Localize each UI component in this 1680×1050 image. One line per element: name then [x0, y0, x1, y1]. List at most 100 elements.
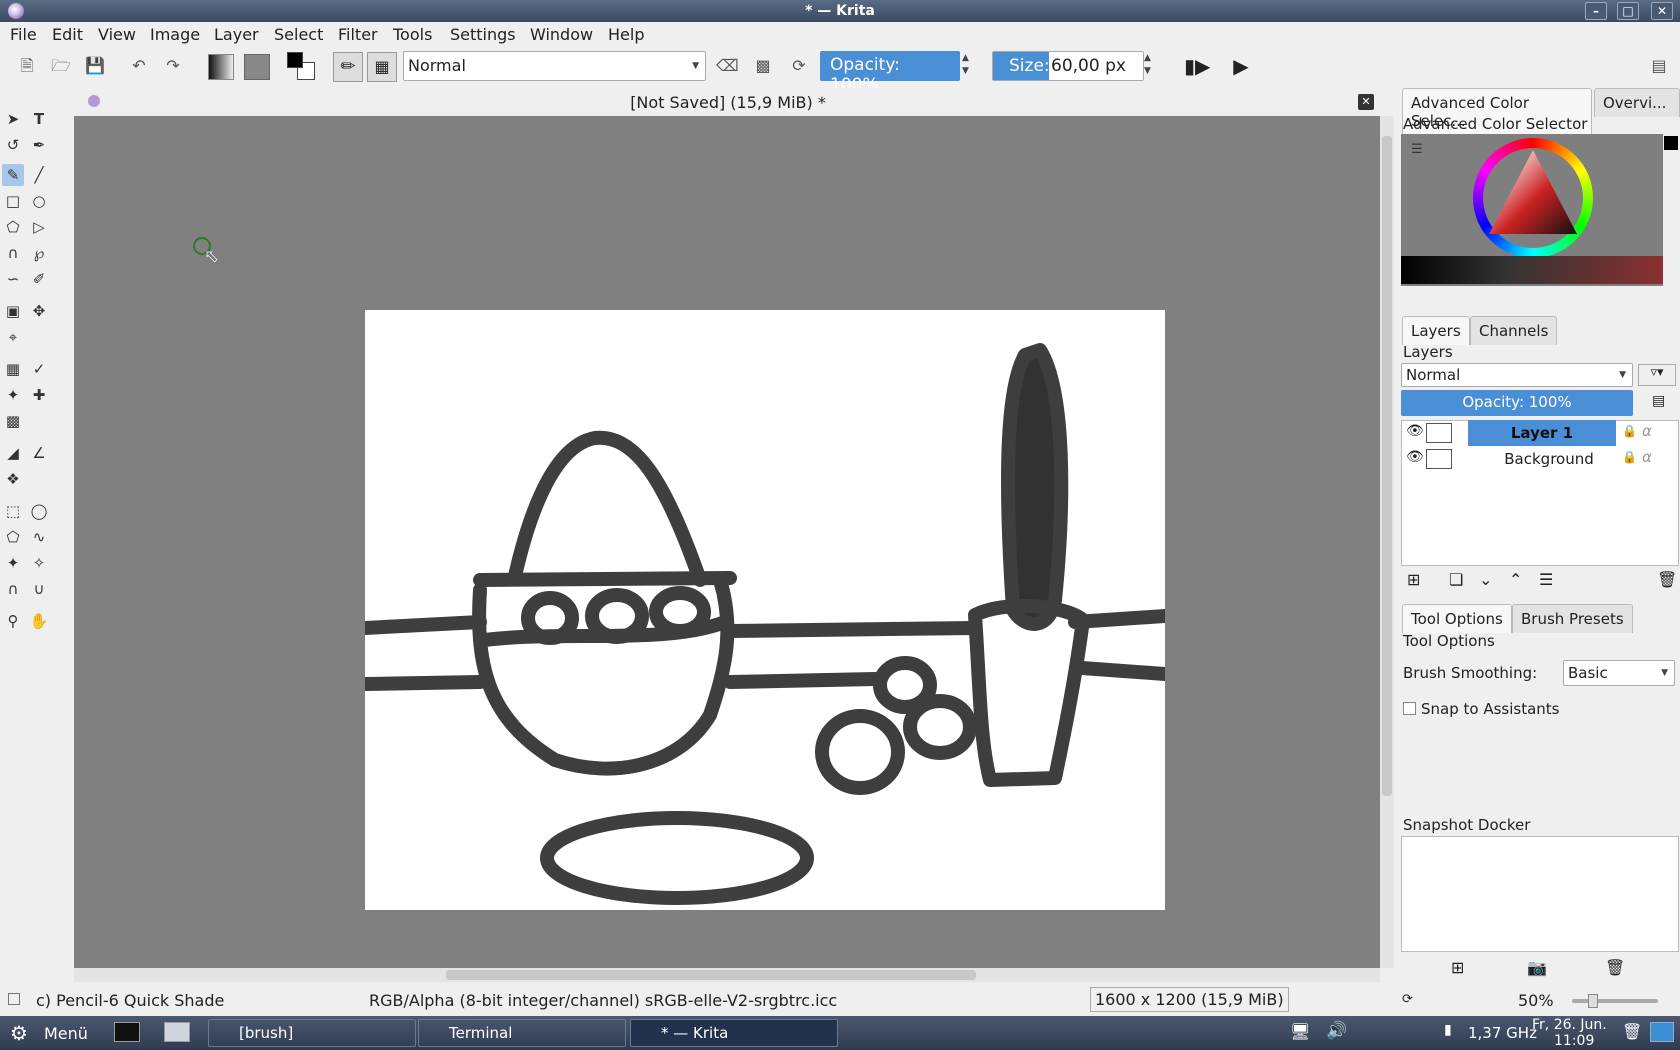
- open-folder-icon[interactable]: 🗁: [50, 55, 72, 77]
- size-slider[interactable]: Size: 60,00 px: [992, 51, 1144, 81]
- assistant-tool-icon[interactable]: ◢: [2, 442, 24, 464]
- visibility-eye-icon[interactable]: 👁: [1406, 423, 1424, 439]
- delete-layer-icon[interactable]: 🗑: [1657, 570, 1677, 589]
- reload-preset-icon[interactable]: ⟳: [788, 55, 810, 77]
- tab-layers[interactable]: Layers: [1402, 316, 1470, 345]
- shade-strips[interactable]: [1401, 256, 1663, 284]
- add-snapshot-icon[interactable]: ⊞: [1451, 958, 1464, 977]
- zoom-slider[interactable]: [1572, 999, 1658, 1003]
- freehand-brush-tool-icon[interactable]: ✎: [2, 164, 24, 186]
- transform-tool-icon[interactable]: ▣: [2, 300, 24, 322]
- minimize-button[interactable]: –: [1585, 2, 1607, 20]
- pattern-selector[interactable]: [244, 54, 270, 80]
- layer-blend-mode-select[interactable]: Normal ▼: [1401, 363, 1633, 387]
- polygon-tool-icon[interactable]: ⬠: [2, 216, 24, 238]
- colorize-mask-tool-icon[interactable]: ✦: [2, 384, 24, 406]
- new-document-icon[interactable]: 🗎: [16, 55, 38, 77]
- horizontal-scrollbar[interactable]: [74, 968, 1380, 982]
- task-terminal[interactable]: Terminal: [418, 1019, 626, 1047]
- menu-view[interactable]: View: [98, 25, 136, 44]
- polygon-select-tool-icon[interactable]: ⬠: [2, 526, 24, 548]
- opacity-slider[interactable]: Opacity: 100%: [820, 51, 960, 95]
- ellipse-tool-icon[interactable]: ○: [28, 190, 50, 212]
- maximize-button[interactable]: □: [1617, 2, 1639, 20]
- settings-icon[interactable]: ☰: [1411, 142, 1423, 157]
- gradient-tool-icon[interactable]: ▦: [2, 358, 24, 380]
- measure-tool-icon[interactable]: ∠: [28, 442, 50, 464]
- undo-icon[interactable]: ↶: [128, 55, 150, 77]
- alpha-lock-icon[interactable]: α: [1642, 448, 1652, 466]
- vertical-scroll-thumb[interactable]: [1382, 136, 1392, 796]
- save-icon[interactable]: 💾: [84, 55, 106, 77]
- menu-filter[interactable]: Filter: [338, 25, 378, 44]
- bezier-tool-icon[interactable]: ∩: [2, 242, 24, 264]
- ellipse-select-tool-icon[interactable]: ◯: [28, 500, 50, 522]
- menu-tools[interactable]: Tools: [393, 25, 432, 44]
- menu-settings[interactable]: Settings: [450, 25, 516, 44]
- layer-row-layer-1[interactable]: 👁 Layer 1 🔒 α: [1400, 420, 1680, 446]
- delete-snapshot-icon[interactable]: 🗑: [1605, 958, 1625, 977]
- volume-icon[interactable]: 🔊: [1326, 1021, 1347, 1041]
- menu-select[interactable]: Select: [274, 25, 323, 44]
- mirror-vertical-icon[interactable]: ▶: [1230, 55, 1252, 77]
- eraser-mode-icon[interactable]: ⌫: [716, 55, 739, 77]
- close-document-icon[interactable]: ✕: [1358, 94, 1374, 110]
- tab-overview[interactable]: Overvi...: [1594, 88, 1680, 117]
- brush-preset-icon[interactable]: ✏: [333, 52, 363, 82]
- move-layer-down-icon[interactable]: ⌄: [1479, 570, 1492, 589]
- mirror-horizontal-icon[interactable]: ▮▶: [1184, 55, 1210, 77]
- start-menu-icon[interactable]: ⚙: [10, 1021, 28, 1045]
- contiguous-select-tool-icon[interactable]: ✦: [2, 552, 24, 574]
- show-desktop-icon[interactable]: [1650, 1022, 1674, 1042]
- gradient-selector[interactable]: [208, 54, 234, 80]
- move-tool-icon[interactable]: ✥: [28, 300, 50, 322]
- camera-icon[interactable]: 📷: [1527, 958, 1547, 977]
- close-window-button[interactable]: ✕: [1651, 2, 1673, 20]
- dynamic-brush-tool-icon[interactable]: ∽: [2, 268, 24, 290]
- freehand-select-tool-icon[interactable]: ∿: [28, 526, 50, 548]
- layer-settings-icon[interactable]: ☰: [1539, 570, 1553, 589]
- image-dimensions[interactable]: 1600 x 1200 (15,9 MiB): [1090, 987, 1289, 1012]
- add-layer-icon[interactable]: ⊞: [1407, 570, 1420, 589]
- foreground-color-swatch[interactable]: [287, 52, 303, 68]
- zoom-slider-handle[interactable]: [1588, 994, 1598, 1008]
- size-spin-arrows[interactable]: ▲ ▼: [1144, 52, 1151, 78]
- layer-filter-icon[interactable]: ▿▾: [1638, 364, 1676, 386]
- color-picker-tool-icon[interactable]: ✓: [28, 358, 50, 380]
- layer-properties-icon[interactable]: ▤: [1652, 393, 1665, 409]
- vertical-scrollbar[interactable]: [1380, 116, 1394, 968]
- blend-mode-select[interactable]: Normal ▼: [403, 51, 706, 81]
- freehand-path-tool-icon[interactable]: ℘: [28, 242, 50, 264]
- lock-icon[interactable]: 🔒: [1622, 424, 1637, 438]
- duplicate-layer-icon[interactable]: ❏: [1449, 570, 1463, 589]
- reference-images-tool-icon[interactable]: ❖: [2, 468, 24, 490]
- tab-tool-options[interactable]: Tool Options: [1402, 604, 1512, 633]
- foreground-background-colors[interactable]: [287, 52, 317, 82]
- menu-image[interactable]: Image: [150, 25, 200, 44]
- menu-window[interactable]: Window: [530, 25, 593, 44]
- menu-layer[interactable]: Layer: [214, 25, 259, 44]
- edit-shapes-tool-icon[interactable]: ↺: [2, 134, 24, 156]
- trash-icon[interactable]: 🗑: [1622, 1022, 1642, 1041]
- select-shapes-tool-icon[interactable]: ➤: [2, 108, 24, 130]
- polyline-tool-icon[interactable]: ▷: [28, 216, 50, 238]
- tab-brush-presets[interactable]: Brush Presets: [1512, 604, 1633, 633]
- start-menu-label[interactable]: Menü: [44, 1024, 88, 1043]
- network-icon[interactable]: 🖥: [1290, 1022, 1310, 1041]
- horizontal-scroll-thumb[interactable]: [446, 970, 976, 980]
- crop-tool-icon[interactable]: ⌖: [2, 326, 24, 348]
- clock-time[interactable]: 11:09: [1554, 1033, 1594, 1049]
- brush-settings-icon[interactable]: ▦: [367, 52, 397, 82]
- smart-patch-tool-icon[interactable]: ✚: [28, 384, 50, 406]
- bezier-select-tool-icon[interactable]: ∩: [2, 578, 24, 600]
- visibility-eye-icon[interactable]: 👁: [1406, 449, 1424, 465]
- line-tool-icon[interactable]: ╱: [28, 164, 50, 186]
- lock-icon[interactable]: 🔒: [1622, 450, 1637, 464]
- alpha-lock-icon[interactable]: α: [1642, 422, 1652, 440]
- brush-smoothing-select[interactable]: Basic ▼: [1563, 660, 1675, 686]
- tab-channels[interactable]: Channels: [1470, 316, 1558, 345]
- opacity-spin-arrows[interactable]: ▲ ▼: [962, 52, 969, 78]
- layer-row-background[interactable]: 👁 Background 🔒 α: [1400, 446, 1680, 472]
- drawing-canvas[interactable]: [365, 310, 1165, 910]
- move-layer-up-icon[interactable]: ⌃: [1509, 570, 1522, 589]
